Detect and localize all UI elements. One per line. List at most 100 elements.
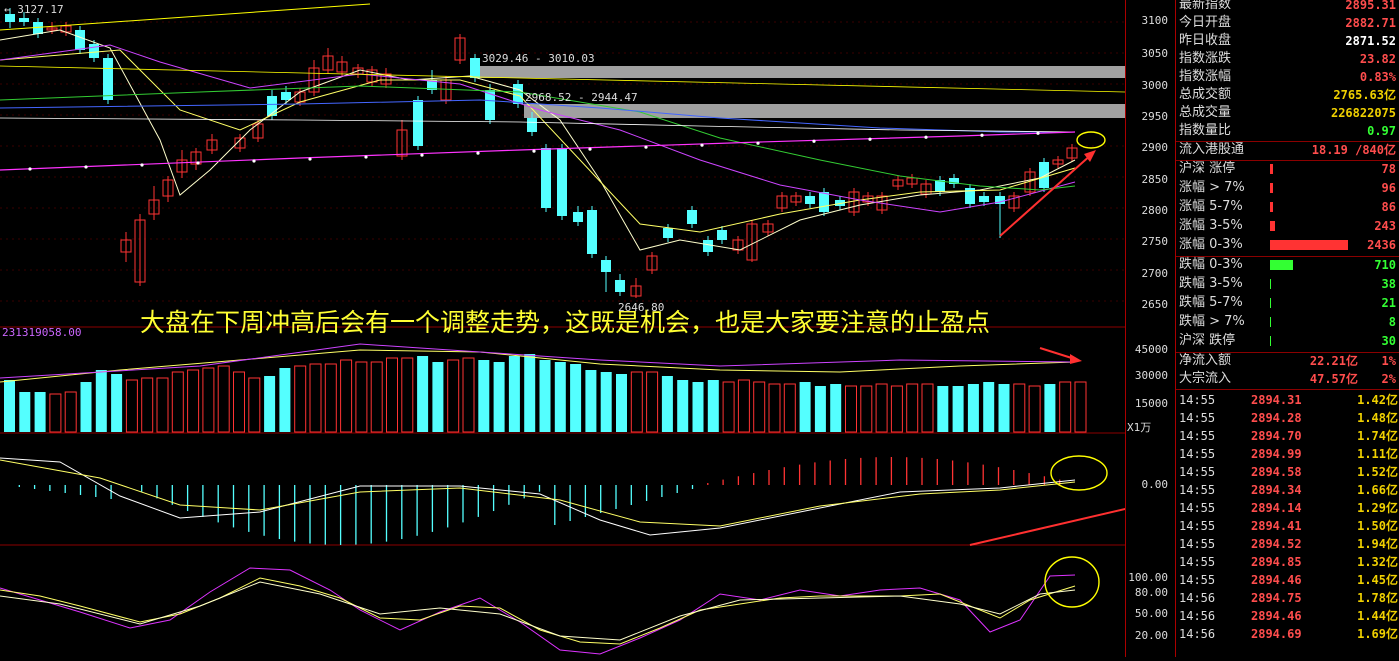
flow-amount: 22.21亿 — [1309, 354, 1358, 368]
tick-time: 14:56 — [1179, 609, 1216, 623]
tick-row: 14:55 2894.99 1.11亿 — [1176, 445, 1399, 463]
volume-tick-30000: 30000 — [1134, 369, 1168, 382]
ma-dot — [532, 149, 536, 153]
volume-bar — [539, 360, 551, 432]
candle-body — [717, 230, 727, 240]
tick-price: 2894.46 — [1251, 609, 1302, 623]
down-dist-bar — [1270, 317, 1271, 327]
volume-bar — [125, 379, 138, 433]
chart-area[interactable]: ← 3127.17 3029.46 - 3010.03 2968.52 - 29… — [0, 0, 1144, 657]
down-dist-2-label: 跌幅 5-7% — [1179, 295, 1243, 310]
up-dist-4-value: 2436 — [1367, 238, 1396, 252]
candle-body — [527, 118, 537, 132]
tick-row: 14:55 2894.28 1.48亿 — [1176, 409, 1399, 427]
stat-7: 指数量比 0.97 — [1176, 122, 1399, 140]
ma-dot — [140, 163, 144, 167]
price-tick-3050: 3050 — [1141, 47, 1169, 60]
candle-body — [103, 58, 113, 100]
up-dist-0-value: 78 — [1381, 162, 1396, 176]
tick-volume: 1.11亿 — [1357, 447, 1398, 461]
candle-body — [470, 58, 480, 78]
volume-bar — [1074, 381, 1087, 433]
volume-bar — [202, 367, 215, 433]
ma-dot — [700, 143, 704, 147]
volume-bar — [524, 354, 536, 432]
ma250-line — [0, 131, 1076, 171]
volume-ma5-line — [0, 349, 1076, 383]
tick-price: 2894.58 — [1251, 465, 1302, 479]
volume-bar — [845, 385, 857, 433]
box1-range-label: 3029.46 - 3010.03 — [482, 52, 595, 65]
ma-dot — [756, 141, 760, 145]
tick-row: 14:55 2894.46 1.45亿 — [1176, 571, 1399, 589]
volume-bar — [309, 363, 322, 433]
tick-volume: 1.42亿 — [1357, 393, 1398, 407]
up-dist-3: 涨幅 3-5% 243 — [1176, 217, 1399, 235]
volume-bar — [355, 361, 368, 433]
volume-bar — [875, 383, 888, 433]
price-tick-2650: 2650 — [1141, 298, 1169, 311]
tick-time: 14:55 — [1179, 501, 1216, 515]
volume-bar — [217, 365, 230, 433]
flow-0-label: 净流入额 — [1179, 353, 1232, 368]
volume-ma10-line — [0, 343, 1076, 379]
volume-bar — [921, 383, 934, 433]
price-tick-2950: 2950 — [1141, 110, 1169, 123]
tick-time: 14:55 — [1179, 429, 1216, 443]
candle-body — [979, 196, 989, 202]
price-tick-3000: 3000 — [1141, 79, 1169, 92]
up-dist-2-value: 86 — [1381, 200, 1396, 214]
volume-bar — [646, 371, 659, 433]
candle-body — [573, 212, 583, 222]
down-dist-1-value: 38 — [1381, 277, 1396, 291]
stat-2-value: 2871.52 — [1345, 34, 1396, 48]
tick-row: 14:55 2894.58 1.52亿 — [1176, 463, 1399, 481]
price-tick-2800: 2800 — [1141, 204, 1169, 217]
volume-bar — [799, 382, 811, 432]
stat-1-value: 2882.71 — [1345, 16, 1396, 30]
volume-bar — [156, 377, 169, 433]
tick-row: 14:55 2894.34 1.66亿 — [1176, 481, 1399, 499]
volume-bar — [324, 363, 337, 433]
volume-bar — [830, 384, 842, 432]
tick-price: 2894.41 — [1251, 519, 1302, 533]
volume-unit-label: X1万 — [1127, 421, 1152, 434]
highlight-circle-kdj — [1044, 556, 1100, 608]
down-dist-3: 跌幅 > 7% 8 — [1176, 313, 1399, 331]
tick-price: 2894.69 — [1251, 627, 1302, 641]
volume-bar — [370, 361, 383, 433]
volume-bar — [768, 383, 781, 433]
down-dist-3-label: 跌幅 > 7% — [1179, 314, 1245, 329]
volume-bar — [600, 372, 612, 432]
down-dist-1: 跌幅 3-5% 38 — [1176, 275, 1399, 293]
tick-row: 14:55 2894.41 1.50亿 — [1176, 517, 1399, 535]
ma-dot — [84, 165, 88, 169]
tick-row: 14:55 2894.31 1.42亿 — [1176, 391, 1399, 409]
volume-bar — [279, 368, 291, 432]
up-dist-0: 沪深 涨停 78 — [1176, 160, 1399, 178]
volume-bar — [1059, 381, 1072, 433]
kdj-tick-20.00: 20.00 — [1134, 629, 1168, 642]
volume-bar — [19, 392, 31, 432]
up-dist-bar — [1270, 202, 1273, 212]
tick-row: 14:55 2894.85 1.32亿 — [1176, 553, 1399, 571]
ma-dot — [588, 147, 592, 151]
volume-bar — [401, 357, 414, 433]
volume-bar — [585, 370, 597, 432]
volume-bar — [386, 357, 398, 433]
candle-body — [75, 30, 85, 50]
volume-bar — [141, 377, 154, 433]
candle-body — [587, 210, 597, 254]
volume-bar — [737, 379, 750, 433]
stat-3-value: 23.82 — [1359, 52, 1396, 66]
volume-bar — [417, 356, 429, 432]
tick-volume: 1.45亿 — [1357, 573, 1398, 587]
up-dist-2-label: 涨幅 5-7% — [1179, 199, 1243, 214]
candle-body — [615, 280, 625, 292]
tick-time: 14:55 — [1179, 411, 1216, 425]
stat-4-value: 0.83% — [1359, 70, 1396, 84]
tick-volume: 1.32亿 — [1357, 555, 1398, 569]
stat-7-value: 0.97 — [1367, 124, 1396, 138]
volume-bar — [80, 382, 92, 432]
tick-row: 14:56 2894.46 1.44亿 — [1176, 607, 1399, 625]
